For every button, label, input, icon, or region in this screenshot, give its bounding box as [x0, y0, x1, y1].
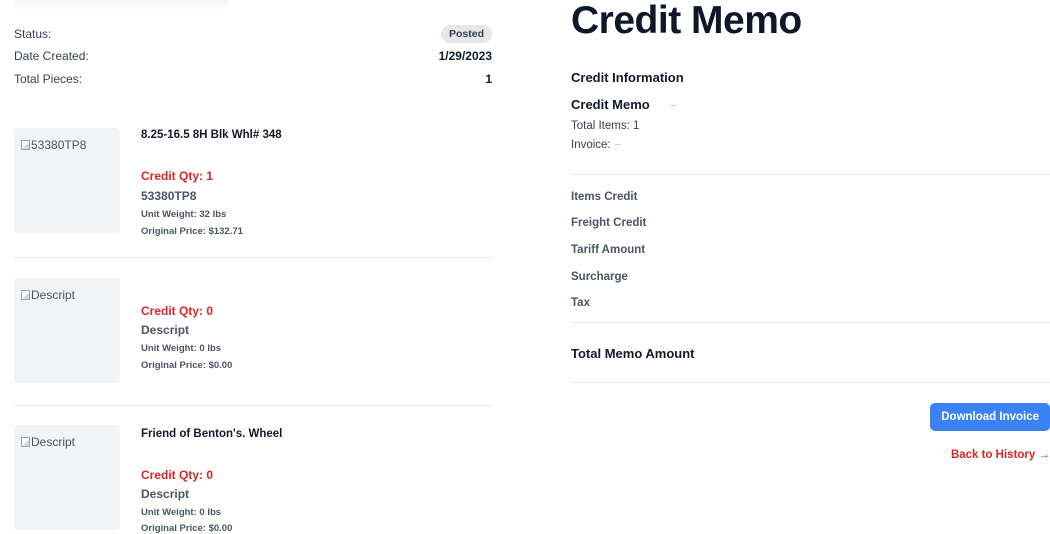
broken-image-icon: [21, 290, 30, 300]
date-created-row: Date Created: 1/29/2023: [14, 49, 492, 63]
item-divider: [14, 257, 492, 258]
scroll-fade: [14, 0, 228, 10]
item-divider: [14, 405, 492, 406]
memo-name: Credit Memo: [571, 97, 676, 112]
section-divider: [571, 322, 1050, 323]
tariff-amount-label: Tariff Amount: [571, 244, 646, 256]
original-price: Original Price: $132.71: [141, 226, 243, 237]
freight-credit-label: Freight Credit: [571, 217, 647, 229]
status-label: Status:: [14, 27, 52, 41]
surcharge-label: Surcharge: [571, 271, 628, 283]
section-divider: [571, 382, 1050, 383]
status-row: Status: Posted: [14, 25, 492, 43]
item-image-alt: Descript: [31, 288, 76, 302]
item-sku: Descript: [141, 487, 190, 501]
section-divider: [571, 174, 1050, 175]
total-items: Total Items: 1: [571, 120, 640, 132]
download-invoice-button[interactable]: Download Invoice: [930, 403, 1050, 431]
broken-image-icon: [21, 437, 30, 447]
credit-qty: Credit Qty: 0: [141, 468, 214, 482]
page-title: Credit Memo: [571, 0, 802, 42]
item-image-alt: Descript: [31, 435, 76, 449]
original-price: Original Price: $0.00: [141, 360, 233, 371]
original-price: Original Price: $0.00: [141, 523, 233, 534]
credit-information-heading: Credit Information: [571, 70, 684, 85]
item-image: Descript: [14, 425, 120, 530]
item-sku: Descript: [141, 323, 190, 337]
back-to-history-link[interactable]: Back to History →: [951, 449, 1050, 461]
credit-qty: Credit Qty: 1: [141, 169, 214, 183]
status-badge: Posted: [440, 25, 492, 43]
tax-label: Tax: [571, 297, 590, 309]
item-title: 8.25-16.5 8H Blk Whl# 348: [141, 129, 282, 141]
date-created-label: Date Created:: [14, 49, 89, 63]
memo-placeholder: [669, 105, 676, 107]
item-image: 53380TP8: [14, 128, 120, 233]
broken-image-icon: [21, 140, 30, 150]
unit-weight: Unit Weight: 0 lbs: [141, 507, 222, 518]
credit-qty: Credit Qty: 0: [141, 304, 214, 318]
total-memo-amount-label: Total Memo Amount: [571, 346, 695, 361]
item-image: Descript: [14, 278, 120, 383]
invoice-row: Invoice:: [571, 139, 621, 151]
invoice-label: Invoice:: [571, 139, 611, 151]
date-created-value: 1/29/2023: [438, 49, 492, 63]
items-credit-label: Items Credit: [571, 191, 638, 203]
item-image-alt: 53380TP8: [31, 138, 87, 152]
total-pieces-value: 1: [485, 72, 492, 86]
item-sku: 53380TP8: [141, 189, 197, 203]
total-pieces-row: Total Pieces: 1: [14, 72, 492, 86]
total-pieces-label: Total Pieces:: [14, 72, 83, 86]
invoice-placeholder: [614, 144, 621, 146]
unit-weight: Unit Weight: 32 lbs: [141, 209, 227, 220]
unit-weight: Unit Weight: 0 lbs: [141, 343, 222, 354]
item-title: Friend of Benton's. Wheel: [141, 428, 283, 440]
